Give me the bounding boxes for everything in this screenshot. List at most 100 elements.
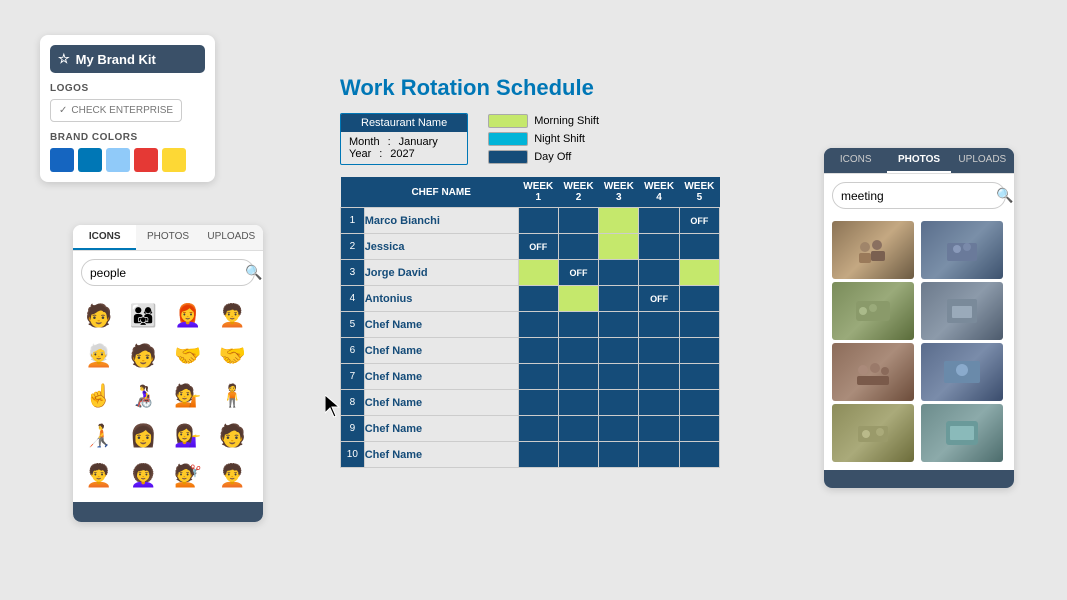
list-item[interactable]: 🧑: [215, 418, 251, 454]
shift-cell: [599, 234, 639, 260]
list-item[interactable]: 🧑‍🦱: [215, 458, 251, 494]
list-item[interactable]: 🧑‍🦯: [81, 418, 117, 454]
row-number: 9: [341, 416, 365, 442]
shift-cell: [679, 286, 719, 312]
list-item[interactable]: 👩‍🦽: [126, 378, 162, 414]
list-item[interactable]: 🧑: [126, 338, 162, 374]
tab-photos[interactable]: PHOTOS: [136, 225, 199, 250]
check-enterprise-button[interactable]: ✓ CHECK ENTERPRISE: [50, 99, 182, 122]
shift-cell: [518, 442, 558, 468]
swatch-2[interactable]: [78, 148, 102, 172]
list-item[interactable]: 🧑‍🦱: [81, 458, 117, 494]
swatch-3[interactable]: [106, 148, 130, 172]
list-item[interactable]: 💁: [170, 378, 206, 414]
list-item[interactable]: 🧑‍🦱: [215, 298, 251, 334]
col-week4: WEEK 4: [639, 177, 679, 208]
list-item[interactable]: 👩: [126, 418, 162, 454]
icons-search-box: 🔍: [81, 259, 255, 286]
list-item[interactable]: [832, 282, 914, 340]
list-item[interactable]: 💁‍♀️: [170, 418, 206, 454]
chef-name-cell: Chef Name: [364, 364, 518, 390]
photo-thumbnail: [832, 282, 914, 340]
col-week1: WEEK 1: [518, 177, 558, 208]
logos-label: LOGOS: [50, 83, 205, 94]
list-item[interactable]: 🧑: [81, 298, 117, 334]
list-item[interactable]: [921, 282, 1003, 340]
shift-cell: OFF: [518, 234, 558, 260]
shift-cell: [599, 260, 639, 286]
month-colon: :: [388, 136, 391, 148]
shift-cell: [639, 442, 679, 468]
shift-cell: [558, 286, 598, 312]
table-row: 2JessicaOFF: [341, 234, 720, 260]
shift-cell: [599, 208, 639, 234]
legend-items: Morning Shift Night Shift Day Off: [488, 113, 599, 165]
list-item[interactable]: 👩‍🦰: [170, 298, 206, 334]
row-number: 8: [341, 390, 365, 416]
list-item[interactable]: [921, 343, 1003, 401]
shift-cell: [558, 312, 598, 338]
shift-cell: [518, 338, 558, 364]
restaurant-name-label: Restaurant Name: [341, 114, 467, 132]
swatch-4[interactable]: [134, 148, 158, 172]
list-item[interactable]: [921, 404, 1003, 462]
icons-panel-footer: [73, 502, 263, 522]
check-enterprise-label: CHECK ENTERPRISE: [71, 105, 173, 116]
list-item[interactable]: [832, 343, 914, 401]
list-item[interactable]: 🧍: [215, 378, 251, 414]
photo-thumbnail: [921, 221, 1003, 279]
photos-panel-footer: [824, 470, 1014, 488]
photos-tab-icons[interactable]: ICONS: [824, 148, 887, 173]
tab-uploads[interactable]: UPLOADS: [200, 225, 263, 250]
morning-shift-label: Morning Shift: [534, 115, 599, 127]
schedule-container: Work Rotation Schedule Restaurant Name M…: [340, 75, 720, 468]
list-item[interactable]: [832, 404, 914, 462]
shift-cell: [679, 260, 719, 286]
shift-cell: [639, 390, 679, 416]
shift-cell: [639, 338, 679, 364]
list-item[interactable]: 👨‍👩‍👧: [126, 298, 162, 334]
shift-cell: [599, 286, 639, 312]
tab-icons[interactable]: ICONS: [73, 225, 136, 250]
list-item[interactable]: 🤝: [170, 338, 206, 374]
schedule-table: CHEF NAME WEEK 1 WEEK 2 WEEK 3 WEEK 4 WE…: [340, 177, 720, 468]
row-number: 5: [341, 312, 365, 338]
shift-cell: [599, 390, 639, 416]
table-row: 3Jorge DavidOFF: [341, 260, 720, 286]
shift-cell: [639, 208, 679, 234]
shift-cell: [679, 442, 719, 468]
shift-cell: [639, 234, 679, 260]
swatch-1[interactable]: [50, 148, 74, 172]
photo-grid: [824, 217, 1014, 470]
shift-cell: [558, 208, 598, 234]
shift-cell: [639, 416, 679, 442]
chef-name-cell: Marco Bianchi: [364, 208, 518, 234]
list-item[interactable]: [832, 221, 914, 279]
year-colon: :: [379, 148, 382, 160]
photos-tab-photos[interactable]: PHOTOS: [887, 148, 950, 173]
shift-cell: [679, 312, 719, 338]
list-item[interactable]: 🧑‍🦳: [81, 338, 117, 374]
list-item[interactable]: 💇: [170, 458, 206, 494]
night-shift-color: [488, 132, 528, 146]
brand-colors-label: BRAND COLORS: [50, 132, 205, 143]
list-item[interactable]: 🤝: [215, 338, 251, 374]
photos-search-input[interactable]: [841, 189, 996, 203]
photos-tab-uploads[interactable]: UPLOADS: [951, 148, 1014, 173]
photos-search-icon[interactable]: 🔍: [996, 187, 1013, 204]
month-label: Month: [349, 136, 380, 148]
shift-cell: [599, 364, 639, 390]
photos-panel: ICONS PHOTOS UPLOADS 🔍: [824, 148, 1014, 488]
shift-cell: OFF: [558, 260, 598, 286]
search-icon[interactable]: 🔍: [245, 264, 262, 281]
shift-cell: [558, 364, 598, 390]
list-item[interactable]: [921, 221, 1003, 279]
list-item[interactable]: ☝️: [81, 378, 117, 414]
chef-name-cell: Chef Name: [364, 442, 518, 468]
swatch-5[interactable]: [162, 148, 186, 172]
chef-name-cell: Chef Name: [364, 338, 518, 364]
list-item[interactable]: 👩‍🦱: [126, 458, 162, 494]
icons-search-input[interactable]: [90, 266, 245, 280]
night-shift-label: Night Shift: [534, 133, 585, 145]
row-number: 6: [341, 338, 365, 364]
